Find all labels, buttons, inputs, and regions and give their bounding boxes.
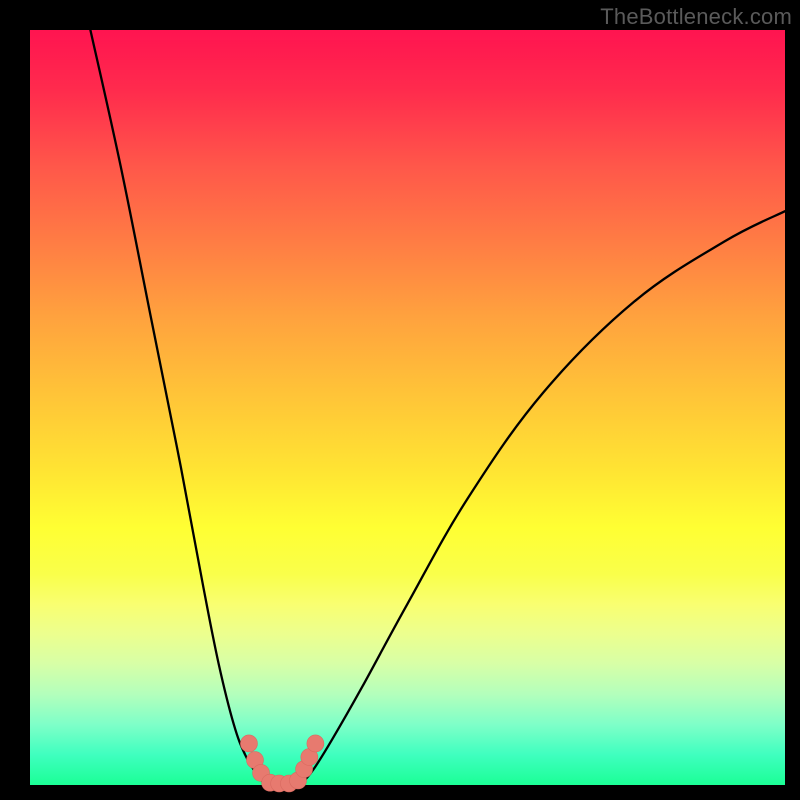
marker-dot — [240, 735, 257, 752]
bottleneck-curve-right — [294, 211, 785, 785]
plot-area — [30, 30, 785, 785]
attribution-watermark: TheBottleneck.com — [600, 4, 792, 30]
chart-stage: TheBottleneck.com — [0, 0, 800, 800]
bottom-markers — [240, 735, 323, 792]
bottleneck-curve-left — [90, 30, 271, 785]
curve-layer — [30, 30, 785, 785]
marker-dot — [307, 735, 324, 752]
